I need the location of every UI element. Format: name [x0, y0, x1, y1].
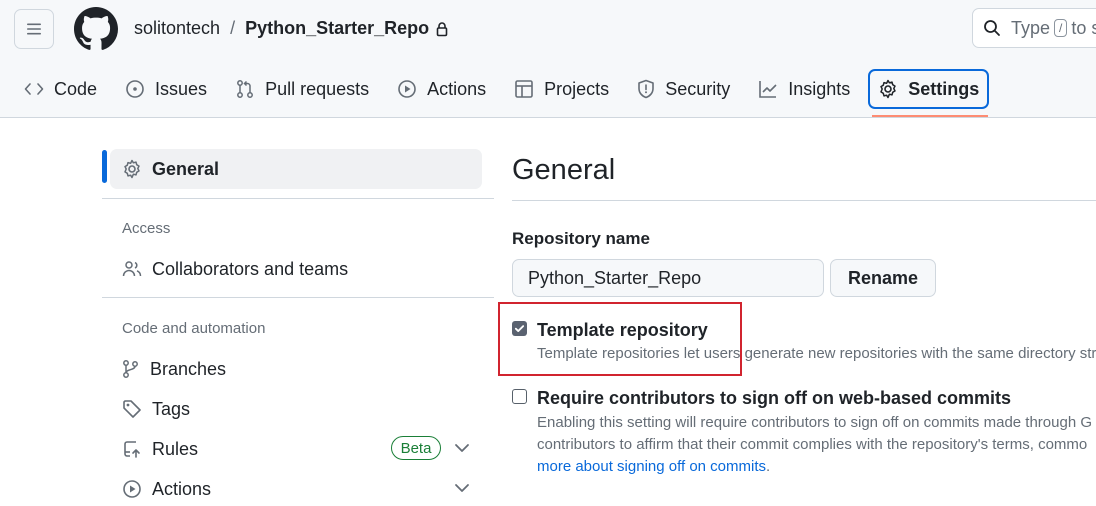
search-input[interactable]: Type / to s — [972, 8, 1096, 48]
tab-insights[interactable]: Insights — [748, 69, 860, 109]
sidebar-item-label: Rules — [152, 438, 199, 459]
tab-pull-requests[interactable]: Pull requests — [225, 69, 379, 109]
tab-label: Security — [665, 78, 731, 99]
play-icon — [398, 80, 416, 98]
hamburger-menu-button[interactable] — [14, 9, 54, 49]
chevron-down-icon[interactable] — [453, 441, 471, 455]
sidebar-heading-access: Access — [122, 220, 171, 237]
signoff-learn-more-link[interactable]: more about signing off on commits — [537, 458, 766, 475]
gear-icon — [880, 79, 897, 99]
beta-badge: Beta — [391, 436, 441, 460]
code-icon — [24, 83, 44, 95]
repo-nav-tabs: Code Issues Pull requests Actions Projec… — [14, 68, 997, 110]
selected-tab-underline — [872, 115, 988, 117]
signoff-description-line3: more about signing off on commits. — [537, 458, 770, 475]
tab-settings[interactable]: Settings — [868, 69, 990, 109]
sidebar-selected-indicator — [102, 150, 107, 183]
tab-code[interactable]: Code — [14, 69, 107, 109]
sidebar-item-general[interactable]: General — [110, 149, 482, 189]
signoff-description-line1: Enabling this setting will require contr… — [537, 414, 1092, 431]
tab-label: Settings — [908, 78, 980, 99]
highlight-annotation-box — [498, 302, 742, 376]
sidebar-item-label: Branches — [150, 358, 227, 379]
people-icon — [122, 261, 142, 277]
sidebar-item-label: General — [152, 158, 220, 179]
sidebar-divider — [102, 297, 494, 298]
table-icon — [515, 80, 533, 98]
tab-label: Code — [54, 78, 98, 99]
repo-name-label: Repository name — [512, 229, 650, 248]
hamburger-icon — [27, 23, 41, 35]
graph-icon — [759, 81, 777, 98]
play-icon — [123, 480, 141, 498]
tab-actions[interactable]: Actions — [387, 69, 496, 109]
sidebar-item-actions[interactable]: Actions — [110, 469, 482, 506]
shield-icon — [638, 79, 654, 99]
sidebar-item-label: Actions — [152, 478, 212, 499]
sidebar-heading-code-automation: Code and automation — [122, 320, 266, 337]
breadcrumb: solitontech / Python_Starter_Repo — [134, 18, 449, 39]
sidebar-item-branches[interactable]: Branches — [110, 349, 482, 389]
sidebar-item-tags[interactable]: Tags — [110, 389, 482, 429]
tab-projects[interactable]: Projects — [504, 69, 619, 109]
link-suffix: . — [766, 458, 771, 475]
gear-icon — [124, 159, 140, 179]
repo-push-icon — [124, 441, 140, 458]
page-title: General — [512, 154, 616, 186]
signoff-title: Require contributors to sign off on web-… — [537, 388, 1012, 408]
sidebar-item-label: Tags — [152, 398, 191, 419]
signoff-checkbox[interactable] — [512, 389, 527, 404]
rename-button[interactable]: Rename — [830, 259, 936, 297]
search-placeholder: Type — [1011, 17, 1051, 38]
sidebar-divider — [102, 198, 494, 199]
tab-label: Issues — [155, 78, 208, 99]
title-divider — [512, 200, 1096, 201]
branch-icon — [123, 360, 138, 378]
search-shortcut-key: / — [1054, 19, 1068, 37]
breadcrumb-separator: / — [230, 18, 236, 38]
tab-label: Projects — [544, 78, 610, 99]
pull-request-icon — [237, 80, 254, 98]
search-placeholder-end: to s — [1071, 17, 1096, 38]
tab-label: Pull requests — [265, 78, 370, 99]
tab-label: Insights — [788, 78, 851, 99]
tab-security[interactable]: Security — [627, 69, 740, 109]
tag-icon — [123, 400, 141, 418]
repo-header: solitontech / Python_Starter_Repo Type /… — [0, 0, 1096, 118]
sidebar-item-label: Collaborators and teams — [152, 258, 349, 279]
issue-icon — [126, 80, 144, 98]
tab-issues[interactable]: Issues — [115, 69, 217, 109]
search-icon — [984, 20, 1000, 36]
repo-name-input[interactable] — [512, 259, 824, 297]
github-logo-icon[interactable] — [74, 7, 118, 51]
signoff-description-line2: contributors to affirm that their commit… — [537, 436, 1088, 453]
lock-icon — [435, 21, 449, 37]
tab-label: Actions — [427, 78, 487, 99]
owner-link[interactable]: solitontech — [134, 18, 220, 39]
repo-link[interactable]: Python_Starter_Repo — [245, 18, 429, 39]
chevron-down-icon[interactable] — [453, 481, 471, 495]
sidebar-item-collaborators[interactable]: Collaborators and teams — [110, 249, 482, 289]
